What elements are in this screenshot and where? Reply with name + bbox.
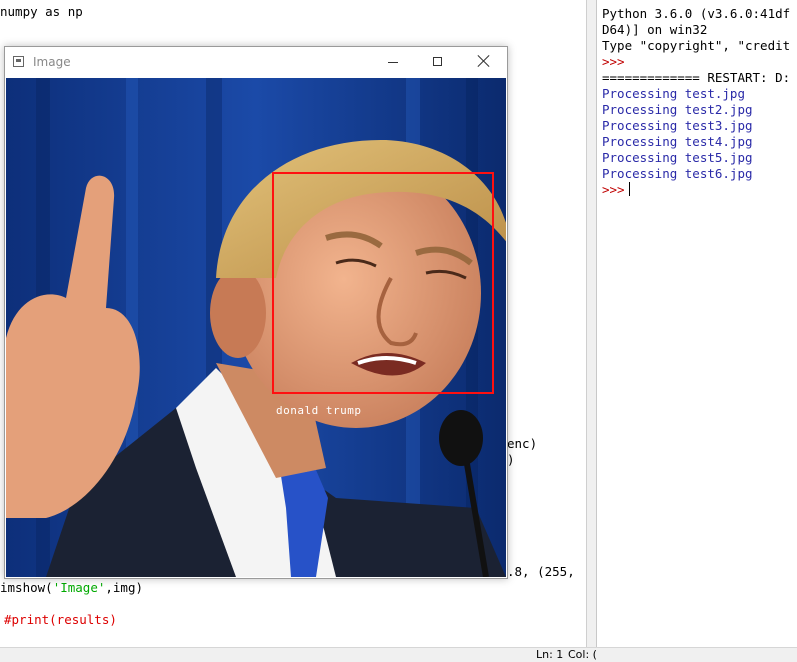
- editor-fragment-paren: ): [507, 452, 515, 467]
- face-label: donald trump: [276, 404, 362, 417]
- close-icon: [478, 55, 490, 67]
- window-app-icon: [13, 56, 24, 67]
- shell-banner-line: Type "copyright", "credit: [602, 38, 791, 53]
- image-window[interactable]: Image donald trump: [4, 46, 508, 579]
- maximize-button[interactable]: [415, 47, 461, 77]
- shell-output-line: Processing test2.jpg: [602, 102, 753, 117]
- editor-fragment-enc: enc): [507, 436, 538, 451]
- editor-fragment-color: .8, (255,: [507, 564, 575, 579]
- face-bounding-box: [272, 172, 494, 394]
- microphone: [439, 410, 483, 466]
- shell-banner-line: D64)] on win32: [602, 22, 708, 37]
- editor-import-text: numpy as np: [0, 4, 83, 19]
- shell-output-line: Processing test.jpg: [602, 86, 745, 101]
- shell-input-line[interactable]: >>>: [602, 182, 631, 197]
- imshow-func: imshow(: [0, 580, 53, 595]
- shell-output-line: Processing test6.jpg: [602, 166, 753, 181]
- text-cursor: [628, 182, 631, 196]
- shell-output-line: Processing test4.jpg: [602, 134, 753, 149]
- shell-output-line: Processing test5.jpg: [602, 150, 753, 165]
- face-detection-image: donald trump: [6, 78, 506, 577]
- window-title: Image: [33, 55, 71, 69]
- editor-line-print: #print(results): [4, 612, 117, 627]
- status-line-number: Ln: 1: [536, 648, 564, 661]
- shell-restart-line: ============= RESTART: D:: [602, 70, 791, 85]
- imshow-arg: 'Image': [52, 580, 106, 595]
- shell-prompt: >>>: [602, 182, 625, 197]
- shell-prompt: >>>: [602, 54, 625, 69]
- maximize-icon: [433, 57, 442, 66]
- window-titlebar[interactable]: Image: [5, 47, 507, 77]
- shell-banner-line: Python 3.6.0 (v3.6.0:41df: [602, 6, 791, 21]
- minimize-icon: [388, 62, 398, 63]
- status-bar: Ln: 1 Col: (: [0, 647, 797, 662]
- python-shell[interactable]: Python 3.6.0 (v3.6.0:41df D64)] on win32…: [596, 0, 797, 647]
- imshow-end: ,img): [105, 580, 144, 595]
- minimize-button[interactable]: [369, 47, 415, 77]
- status-column-number: Col: (: [568, 648, 597, 661]
- editor-line-imshow: imshow('Image',img): [0, 580, 143, 595]
- close-button[interactable]: [461, 47, 507, 77]
- shell-output-line: Processing test3.jpg: [602, 118, 753, 133]
- editor-scrollbar[interactable]: [586, 0, 596, 647]
- editor-line-import: numpy as np: [0, 4, 83, 19]
